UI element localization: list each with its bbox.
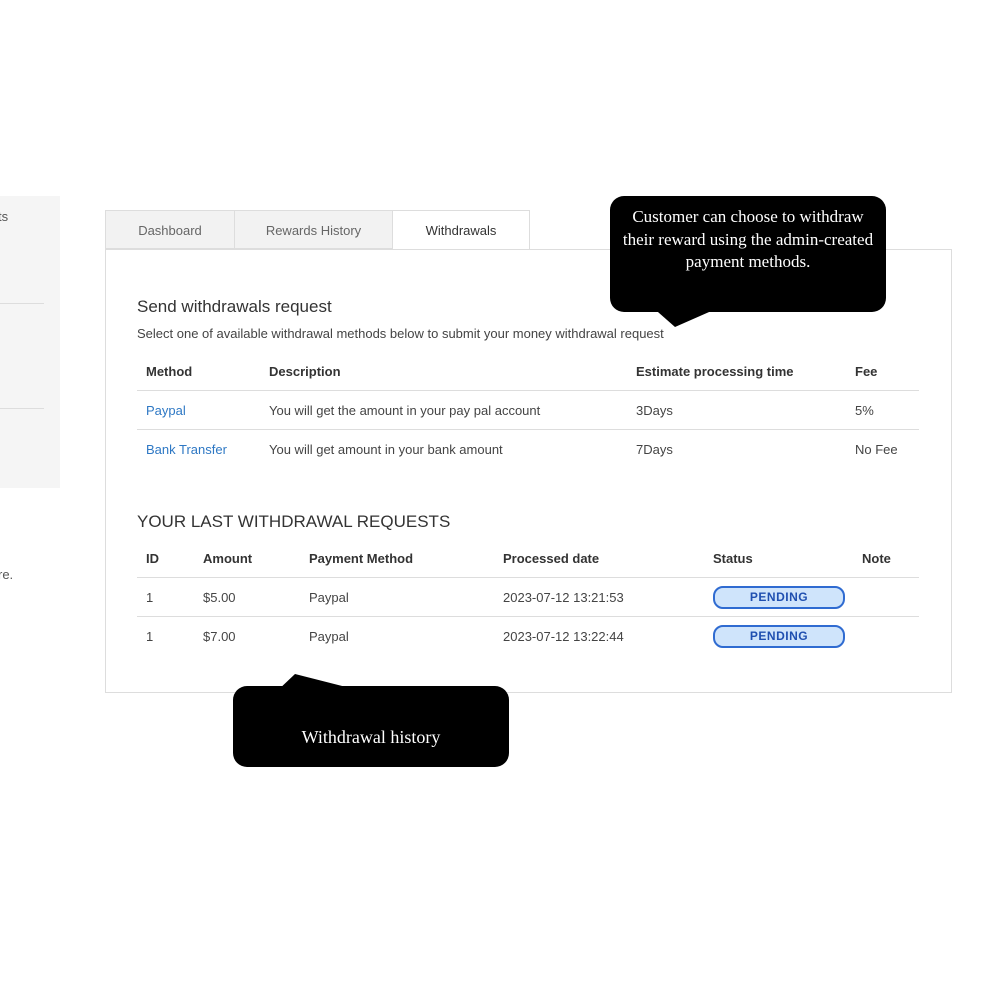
callout-tails [276,305,725,692]
callout-payment-methods: Customer can choose to withdraw their re… [610,196,886,312]
callout-text: Customer can choose to withdraw their re… [622,207,874,271]
callout-text: Withdrawal history [301,727,441,747]
callout-withdrawal-history: Withdrawal history [233,686,509,767]
